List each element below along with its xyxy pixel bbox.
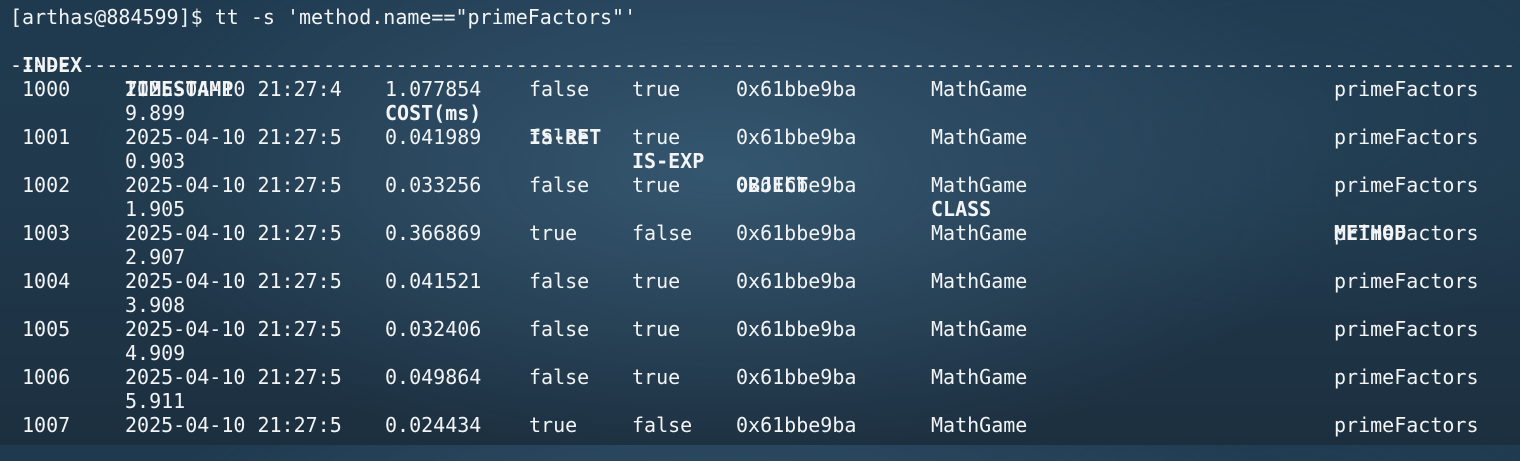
row-is-exp: true	[632, 77, 681, 101]
row-class: MathGame	[931, 269, 1028, 293]
row-cost: 0.366869	[385, 221, 482, 245]
row-object: 0x61bbe9ba	[736, 77, 857, 101]
table-row: 1001 2025-04-10 21:27:5 0.041989 false true 0…	[0, 125, 1520, 173]
row-cost: 0.024434	[385, 413, 482, 437]
row-timestamp-wrap: 2.907	[125, 245, 186, 269]
row-object: 0x61bbe9ba	[736, 413, 857, 437]
row-index: 1003	[22, 221, 71, 245]
table-row: 1005 2025-04-10 21:27:5 0.032406 false true 0…	[0, 317, 1520, 365]
row-is-exp: true	[632, 317, 681, 341]
row-class: MathGame	[931, 77, 1028, 101]
row-method: primeFactors	[1334, 317, 1479, 341]
row-timestamp-wrap: 9.899	[125, 101, 186, 125]
row-class: MathGame	[931, 173, 1028, 197]
row-cost: 0.041521	[385, 269, 482, 293]
row-cost: 0.032406	[385, 317, 482, 341]
row-class: MathGame	[931, 221, 1028, 245]
row-is-exp: true	[632, 269, 681, 293]
table-row: 1003 2025-04-10 21:27:5 0.366869 true false 0…	[0, 221, 1520, 269]
row-timestamp: 2025-04-10 21:27:5	[125, 317, 342, 341]
row-is-ret: false	[529, 269, 590, 293]
row-index: 1001	[22, 125, 71, 149]
row-is-exp: false	[632, 221, 693, 245]
row-method: primeFactors	[1334, 269, 1479, 293]
row-method: primeFactors	[1334, 173, 1479, 197]
row-timestamp: 2025-04-10 21:27:5	[125, 269, 342, 293]
row-index: 1007	[22, 413, 71, 437]
terminal-window[interactable]: [arthas@884599]$ tt -s 'method.name=="pr…	[0, 0, 1520, 445]
row-method: primeFactors	[1334, 125, 1479, 149]
row-cost: 0.041989	[385, 125, 482, 149]
header-separator: ----------------------------------------…	[10, 53, 1518, 77]
row-is-exp: false	[632, 413, 693, 437]
table-row: 1000 2025-04-10 21:27:4 1.077854 false true 0…	[0, 77, 1520, 125]
row-class: MathGame	[931, 413, 1028, 437]
row-is-exp: true	[632, 125, 681, 149]
row-is-ret: false	[529, 125, 590, 149]
row-cost: 1.077854	[385, 77, 482, 101]
table-row: 1006 2025-04-10 21:27:5 0.049864 false true 0…	[0, 365, 1520, 413]
row-index: 1004	[22, 269, 71, 293]
row-timestamp-wrap: 4.909	[125, 341, 186, 365]
row-object: 0x61bbe9ba	[736, 221, 857, 245]
row-is-exp: true	[632, 365, 681, 389]
row-index: 1000	[22, 77, 71, 101]
row-object: 0x61bbe9ba	[736, 269, 857, 293]
row-timestamp-wrap: 5.911	[125, 389, 186, 413]
row-index: 1005	[22, 317, 71, 341]
table-row: 1004 2025-04-10 21:27:5 0.041521 false true 0…	[0, 269, 1520, 317]
row-is-exp: true	[632, 173, 681, 197]
row-object: 0x61bbe9ba	[736, 365, 857, 389]
row-is-ret: false	[529, 77, 590, 101]
row-index: 1006	[22, 365, 71, 389]
row-timestamp: 2025-04-10 21:27:5	[125, 173, 342, 197]
table-header: INDEX TIMESTAMP COST(ms) IS-RET IS-EXP O…	[0, 29, 1406, 245]
row-cost: 0.049864	[385, 365, 482, 389]
row-timestamp: 2025-04-10 21:27:5	[125, 125, 342, 149]
row-timestamp-wrap: 0.903	[125, 149, 186, 173]
row-index: 1002	[22, 173, 71, 197]
row-cost: 0.033256	[385, 173, 482, 197]
row-class: MathGame	[931, 365, 1028, 389]
command-prompt-line: [arthas@884599]$ tt -s 'method.name=="pr…	[10, 5, 637, 29]
row-class: MathGame	[931, 317, 1028, 341]
row-object: 0x61bbe9ba	[736, 125, 857, 149]
row-timestamp-wrap: 3.908	[125, 293, 186, 317]
row-is-ret: true	[529, 413, 578, 437]
row-object: 0x61bbe9ba	[736, 317, 857, 341]
table-row: 1002 2025-04-10 21:27:5 0.033256 false true 0…	[0, 173, 1520, 221]
row-timestamp: 2025-04-10 21:27:5	[125, 365, 342, 389]
row-method: primeFactors	[1334, 365, 1479, 389]
table-row: 1007 2025-04-10 21:27:5 0.024434 true false 0…	[0, 413, 1520, 461]
row-timestamp: 2025-04-10 21:27:5	[125, 413, 342, 437]
row-timestamp-wrap: 1.905	[125, 197, 186, 221]
row-object: 0x61bbe9ba	[736, 173, 857, 197]
row-method: primeFactors	[1334, 221, 1479, 245]
row-method: primeFactors	[1334, 413, 1479, 437]
row-is-ret: true	[529, 221, 578, 245]
row-is-ret: false	[529, 173, 590, 197]
row-is-ret: false	[529, 317, 590, 341]
row-is-ret: false	[529, 365, 590, 389]
row-class: MathGame	[931, 125, 1028, 149]
row-timestamp: 2025-04-10 21:27:4	[125, 77, 342, 101]
row-timestamp: 2025-04-10 21:27:5	[125, 221, 342, 245]
row-method: primeFactors	[1334, 77, 1479, 101]
